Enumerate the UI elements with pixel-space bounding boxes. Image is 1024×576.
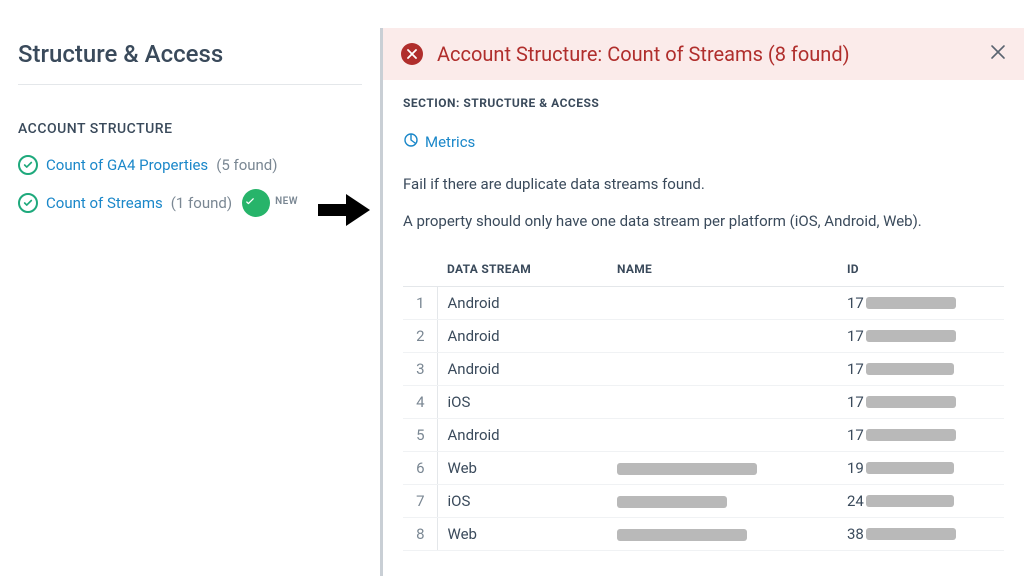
cell-data-stream: iOS: [437, 485, 607, 518]
arrow-icon: [318, 192, 370, 228]
id-prefix: 17: [847, 426, 864, 444]
redacted-text: [866, 297, 956, 309]
row-index: 7: [403, 485, 437, 518]
cell-data-stream: Android: [437, 287, 607, 320]
cell-data-stream: Android: [437, 419, 607, 452]
cell-name: [607, 452, 837, 485]
redacted-text: [866, 495, 954, 507]
col-header-name: NAME: [607, 254, 837, 287]
redacted-text: [866, 462, 954, 474]
sidebar-item-label: Count of GA4 Properties: [46, 156, 208, 174]
redacted-text: [617, 463, 757, 475]
cell-data-stream: Web: [437, 518, 607, 551]
id-prefix: 19: [847, 459, 864, 477]
section-heading: ACCOUNT STRUCTURE: [18, 121, 362, 137]
redacted-text: [866, 363, 954, 375]
row-index: 5: [403, 419, 437, 452]
section-label: SECTION: STRUCTURE & ACCESS: [403, 96, 1004, 110]
id-prefix: 17: [847, 327, 864, 345]
cell-name: [607, 353, 837, 386]
cell-id: 24: [837, 485, 1004, 518]
redacted-text: [866, 429, 956, 441]
cell-id: 17: [837, 419, 1004, 452]
redacted-text: [617, 529, 747, 541]
cell-id: 38: [837, 518, 1004, 551]
description: Fail if there are duplicate data streams…: [403, 174, 1004, 232]
check-circle-icon: [18, 155, 38, 175]
cell-data-stream: Android: [437, 320, 607, 353]
col-header-index: [403, 254, 437, 287]
table-row: 7iOS 24: [403, 485, 1004, 518]
row-index: 8: [403, 518, 437, 551]
alert-banner: Account Structure: Count of Streams (8 f…: [383, 28, 1024, 80]
check-circle-icon: [18, 193, 38, 213]
error-icon: [401, 43, 423, 65]
metrics-link[interactable]: Metrics: [403, 132, 1004, 152]
cell-name: [607, 287, 837, 320]
sidebar-item-count: (5 found): [216, 156, 277, 174]
cell-id: 17: [837, 353, 1004, 386]
cell-data-stream: iOS: [437, 386, 607, 419]
cell-name: [607, 386, 837, 419]
row-index: 6: [403, 452, 437, 485]
cell-id: 17: [837, 287, 1004, 320]
cell-id: 19: [837, 452, 1004, 485]
row-index: 2: [403, 320, 437, 353]
new-badge: NEW: [242, 189, 270, 217]
streams-table: DATA STREAM NAME ID 1Android172Android17…: [403, 254, 1004, 551]
row-index: 3: [403, 353, 437, 386]
cell-name: [607, 320, 837, 353]
col-header-id: ID: [837, 254, 1004, 287]
id-prefix: 17: [847, 393, 864, 411]
sidebar-item-count: (1 found): [171, 194, 232, 212]
cell-id: 17: [837, 320, 1004, 353]
sidebar-item-ga4-properties[interactable]: Count of GA4 Properties (5 found): [18, 155, 362, 175]
metrics-label: Metrics: [425, 133, 475, 151]
table-row: 6Web 19: [403, 452, 1004, 485]
redacted-text: [866, 528, 956, 540]
metrics-icon: [403, 132, 419, 152]
cell-data-stream: Android: [437, 353, 607, 386]
table-row: 8Web 38: [403, 518, 1004, 551]
redacted-text: [866, 330, 956, 342]
redacted-text: [866, 396, 956, 408]
id-prefix: 17: [847, 294, 864, 312]
cell-name: [607, 518, 837, 551]
table-row: 3Android 17: [403, 353, 1004, 386]
sidebar: Structure & Access ACCOUNT STRUCTURE Cou…: [0, 0, 380, 576]
cell-name: [607, 419, 837, 452]
table-row: 5Android 17: [403, 419, 1004, 452]
table-row: 4iOS 17: [403, 386, 1004, 419]
row-index: 4: [403, 386, 437, 419]
row-index: 1: [403, 287, 437, 320]
cell-name: [607, 485, 837, 518]
main-panel: Account Structure: Count of Streams (8 f…: [380, 28, 1024, 576]
id-prefix: 17: [847, 360, 864, 378]
alert-title: Account Structure: Count of Streams (8 f…: [437, 42, 976, 66]
id-prefix: 24: [847, 492, 864, 510]
col-header-data-stream: DATA STREAM: [437, 254, 607, 287]
cell-data-stream: Web: [437, 452, 607, 485]
page-title: Structure & Access: [18, 40, 362, 85]
cell-id: 17: [837, 386, 1004, 419]
table-row: 2Android 17: [403, 320, 1004, 353]
close-icon[interactable]: [990, 44, 1006, 64]
id-prefix: 38: [847, 525, 864, 543]
redacted-text: [617, 496, 727, 508]
table-row: 1Android 17: [403, 287, 1004, 320]
sidebar-item-count-of-streams[interactable]: Count of Streams (1 found) NEW: [18, 189, 362, 217]
sidebar-item-label: Count of Streams: [46, 194, 163, 212]
